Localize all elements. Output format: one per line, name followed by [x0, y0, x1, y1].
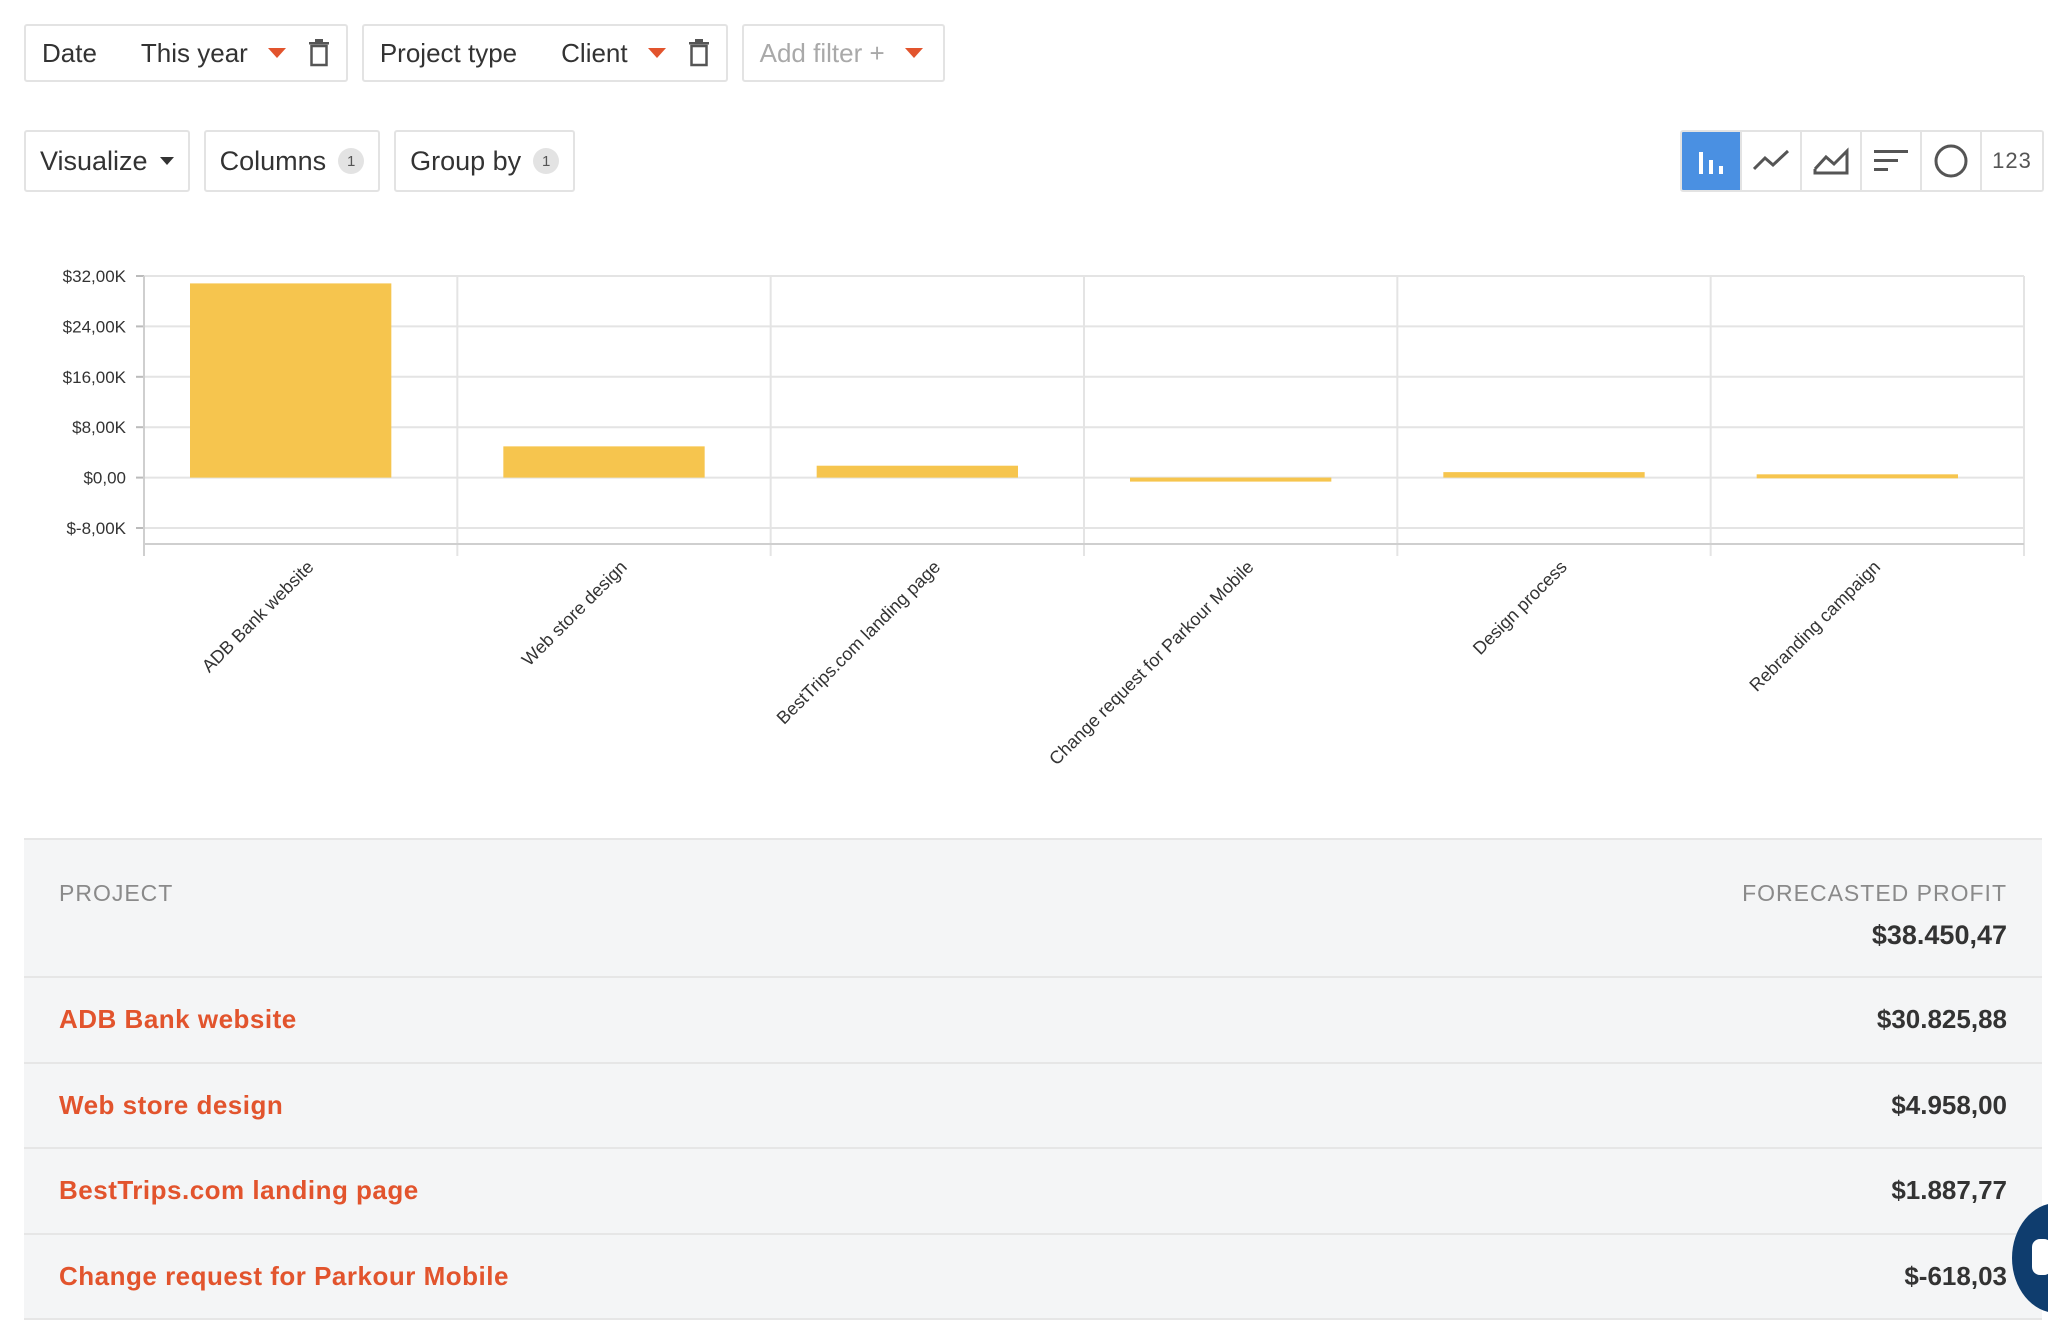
table-header: PROJECT FORECASTED PROFIT $38.450,47 — [24, 838, 2042, 978]
bar-chart-button[interactable] — [1682, 132, 1742, 190]
profit-value: $30.825,88 — [1876, 1004, 2007, 1034]
filter-value[interactable]: This year — [141, 38, 248, 69]
table-row: ADB Bank website $30.825,88 — [24, 978, 2042, 1064]
number-view-label: 123 — [1992, 148, 2032, 173]
chart-type-switcher: 123 — [1680, 130, 2044, 192]
area-chart-icon — [1813, 147, 1849, 175]
table-row: Change request for Parkour Mobile $-618,… — [24, 1234, 2042, 1320]
pie-chart-icon — [1934, 144, 1968, 178]
filter-value[interactable]: Client — [561, 38, 627, 69]
project-link[interactable]: BestTrips.com landing page — [59, 1175, 419, 1206]
chart-bar — [1756, 474, 1958, 479]
x-tick-label: Web store design — [518, 557, 631, 670]
column-header-project[interactable]: PROJECT — [59, 880, 173, 907]
bar-chart-icon — [1699, 152, 1723, 174]
filter-bar: Date This year Project type Client Add f… — [24, 24, 945, 86]
group-by-button[interactable]: Group by 1 — [394, 130, 576, 192]
add-filter-label: Add filter + — [759, 37, 885, 68]
caret-down-icon[interactable] — [904, 48, 923, 58]
forecasted-profit-total: $38.450,47 — [1871, 920, 2007, 950]
x-tick-label: ADB Bank website — [198, 557, 318, 677]
trash-icon[interactable] — [308, 39, 330, 67]
table-row: Web store design $4.958,00 — [24, 1063, 2042, 1149]
caret-down-icon[interactable] — [267, 48, 286, 58]
number-view-button[interactable]: 123 — [1982, 132, 2042, 190]
add-filter-button[interactable]: Add filter + — [741, 24, 945, 82]
sorted-bars-icon — [1874, 150, 1908, 171]
y-tick-label: $16,00K — [63, 368, 127, 387]
profit-value: $-618,03 — [1904, 1260, 2007, 1291]
sorted-bars-button[interactable] — [1862, 132, 1922, 190]
date-filter[interactable]: Date This year — [24, 24, 348, 82]
group-by-label: Group by — [410, 145, 522, 176]
line-chart-icon — [1753, 149, 1789, 171]
pie-chart-button[interactable] — [1922, 132, 1982, 190]
columns-label: Columns — [219, 145, 327, 176]
filter-label: Project type — [379, 37, 518, 68]
y-tick-label: $24,00K — [63, 317, 127, 336]
columns-count-badge: 1 — [338, 148, 365, 174]
project-link[interactable]: Change request for Parkour Mobile — [59, 1261, 509, 1292]
chart-bar — [816, 465, 1018, 478]
visualize-label: Visualize — [40, 145, 148, 176]
caret-down-icon[interactable] — [647, 48, 666, 58]
y-tick-label: $32,00K — [63, 267, 127, 286]
x-tick-label: Rebranding campaign — [1745, 557, 1884, 696]
column-header-forecasted-profit[interactable]: FORECASTED PROFIT — [1742, 880, 2007, 907]
profit-value: $1.887,77 — [1891, 1175, 2007, 1205]
report-table: PROJECT FORECASTED PROFIT $38.450,47 ADB… — [24, 838, 2042, 1320]
chart-bar — [503, 446, 705, 478]
profit-value: $4.958,00 — [1891, 1089, 2007, 1120]
project-type-filter[interactable]: Project type Client — [361, 24, 728, 82]
x-tick-label: Design process — [1469, 557, 1571, 659]
caret-down-icon — [159, 157, 174, 165]
project-link[interactable]: ADB Bank website — [59, 1004, 297, 1035]
area-chart-button[interactable] — [1802, 132, 1862, 190]
visualize-button[interactable]: Visualize — [24, 130, 190, 192]
report-toolbar: Visualize Columns 1 Group by 1 — [24, 130, 576, 192]
y-tick-label: $-8,00K — [66, 519, 126, 538]
x-tick-label: Change request for Parkour Mobile — [1045, 557, 1257, 769]
columns-button[interactable]: Columns 1 — [203, 130, 381, 192]
chart-bar — [1130, 477, 1332, 482]
chart-bar — [1443, 472, 1645, 478]
group-by-count-badge: 1 — [533, 148, 560, 174]
chat-icon — [2032, 1239, 2048, 1275]
y-tick-label: $8,00K — [72, 418, 127, 437]
trash-icon[interactable] — [688, 39, 710, 67]
filter-label: Date — [42, 37, 97, 68]
y-tick-label: $0,00 — [83, 469, 126, 488]
project-link[interactable]: Web store design — [59, 1090, 283, 1121]
line-chart-button[interactable] — [1742, 132, 1802, 190]
forecasted-profit-bar-chart: $32,00K $24,00K $16,00K $8,00K $0,00 $-8,00K A… — [63, 267, 2025, 769]
table-row: BestTrips.com landing page $1.887,77 — [24, 1149, 2042, 1235]
x-tick-label: BestTrips.com landing page — [773, 557, 944, 728]
chart-bar — [190, 283, 392, 478]
